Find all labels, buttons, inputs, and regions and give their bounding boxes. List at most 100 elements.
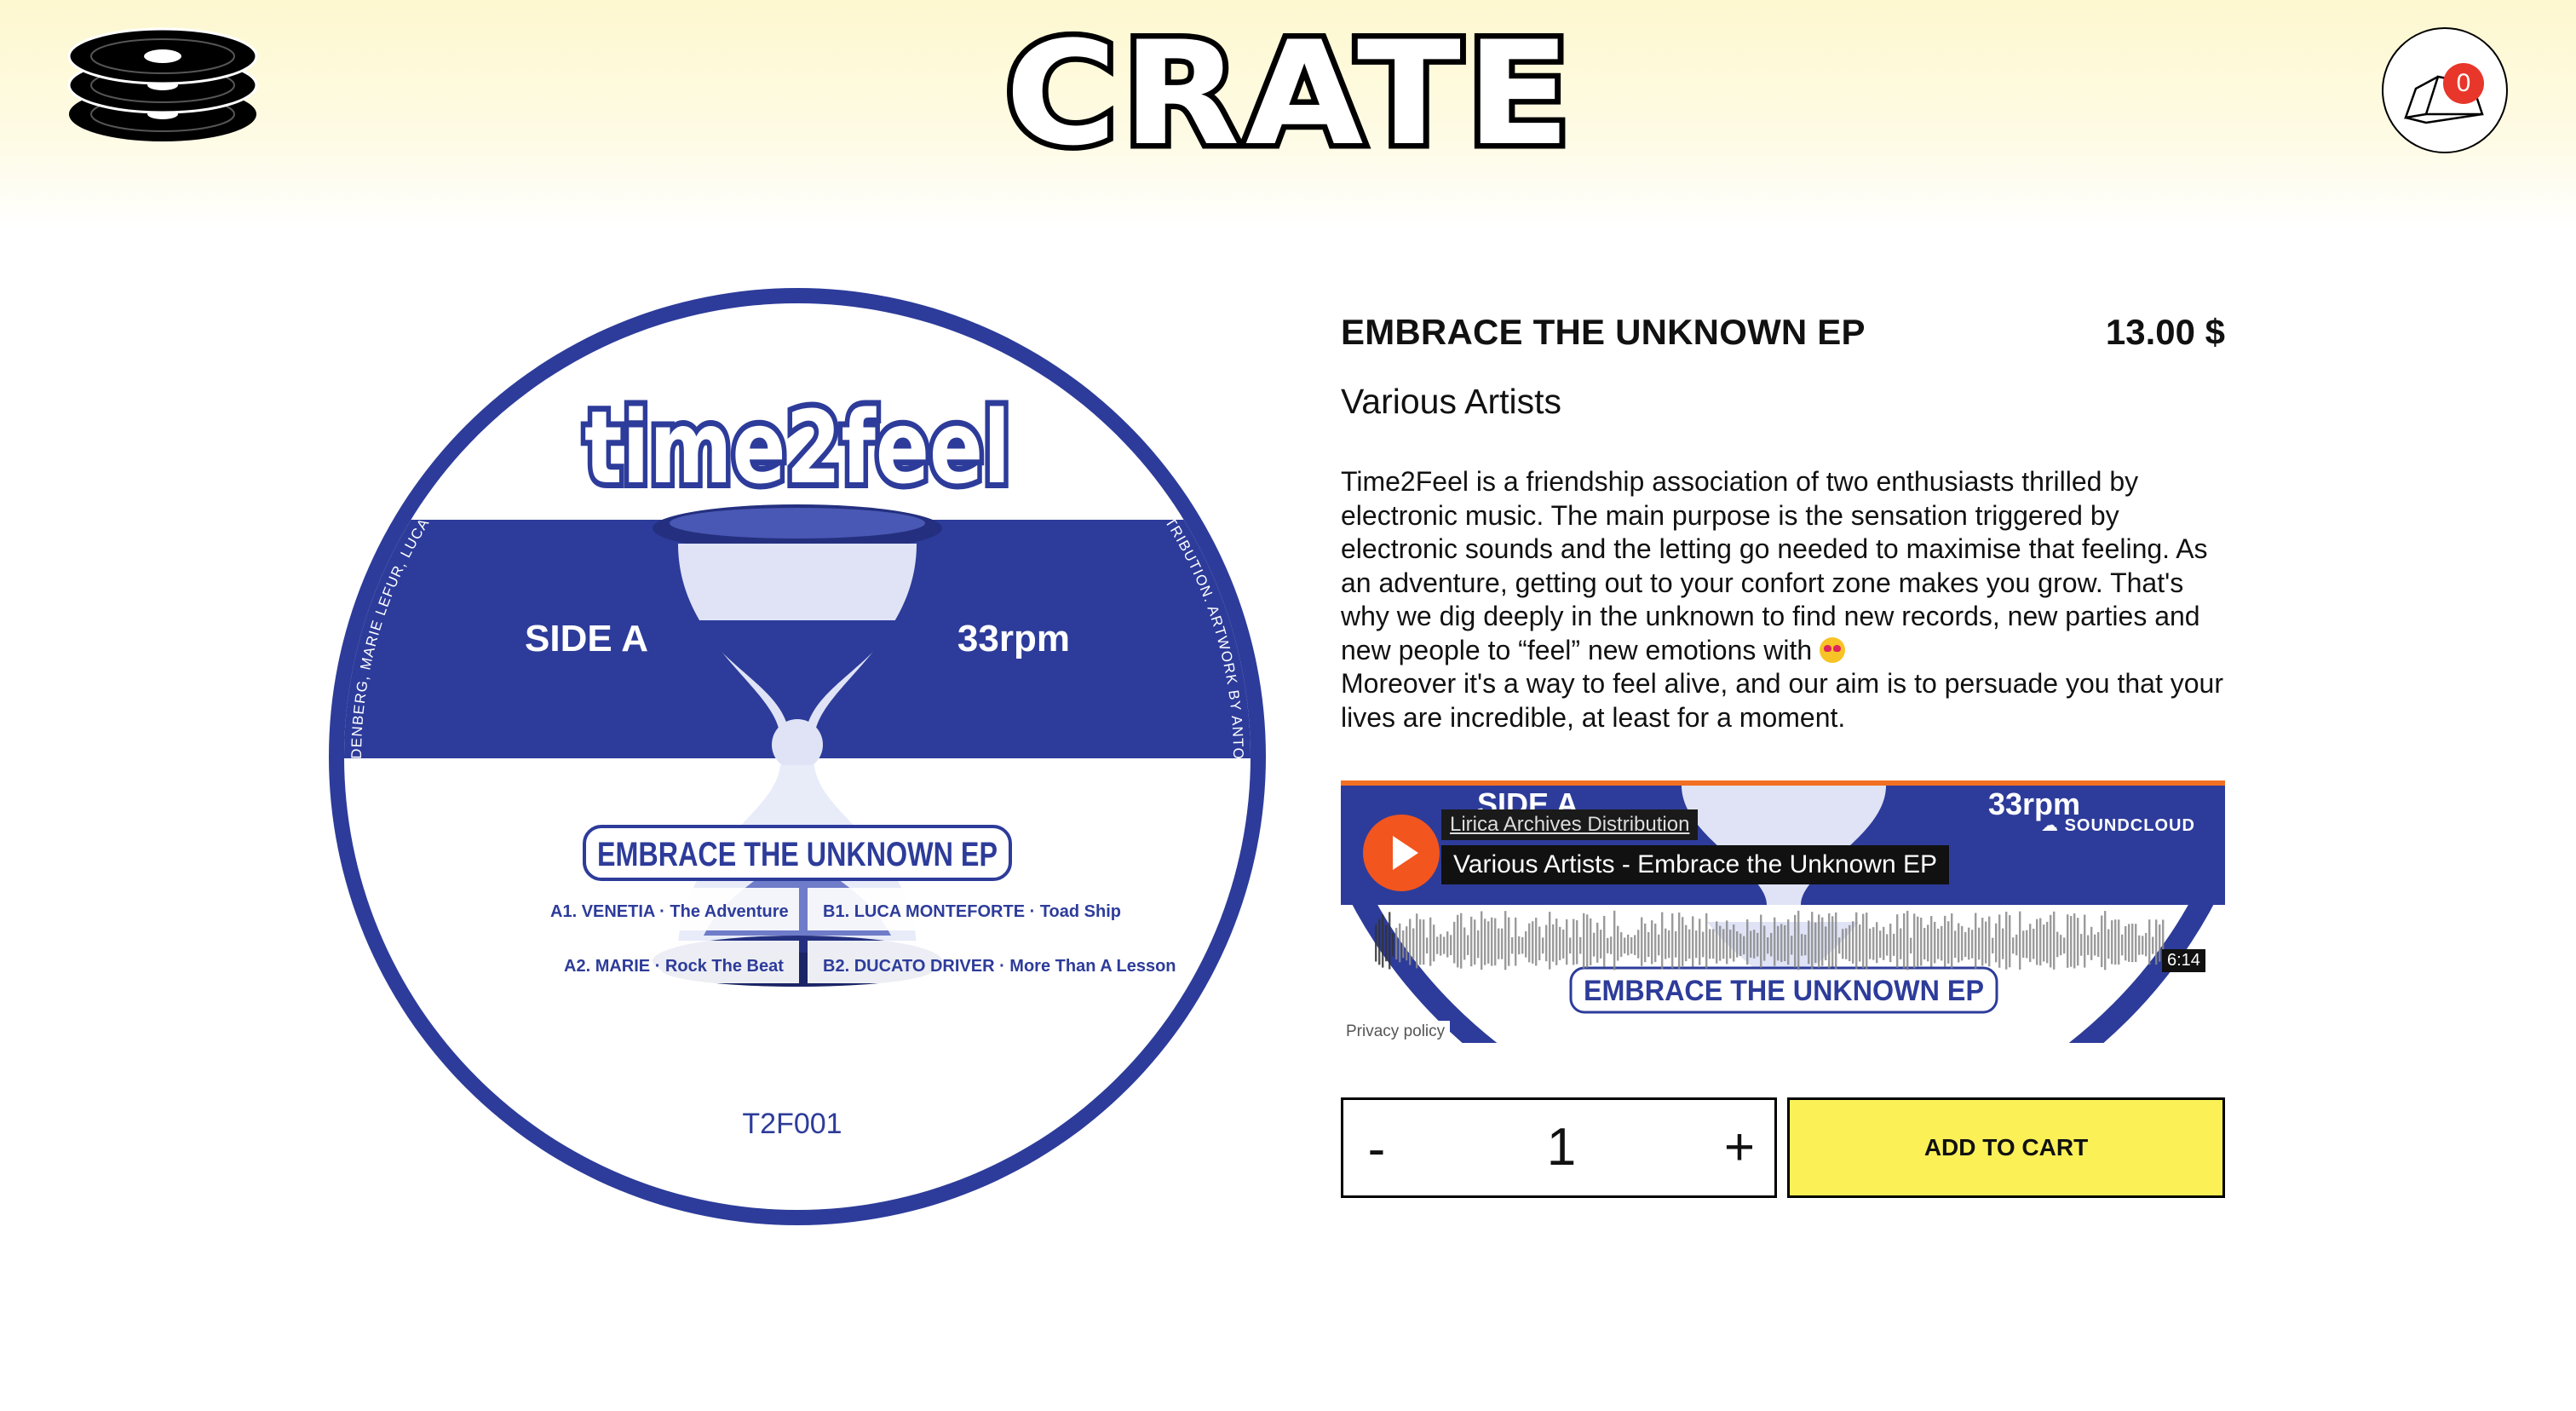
waveform-bar xyxy=(1620,932,1623,957)
waveform-bar xyxy=(1392,932,1394,957)
waveform-bar xyxy=(1634,935,1636,955)
soundcloud-player[interactable]: SIDE A 33rpm EMBRACE THE UNKNOWN EP Liri… xyxy=(1341,780,2225,1043)
waveform-bar xyxy=(1613,910,1616,970)
waveform-bar xyxy=(2002,928,2004,959)
waveform-bar xyxy=(1872,927,1875,960)
cloud-icon: ☁ xyxy=(2041,816,2059,835)
waveform-bar xyxy=(1665,928,1667,959)
soundcloud-logo[interactable]: ☁ SOUNDCLOUD xyxy=(2041,815,2195,836)
waveform-bar xyxy=(1736,931,1739,958)
waveform-bar xyxy=(1729,930,1732,959)
waveform-bar xyxy=(1699,919,1701,965)
cart-count-badge: 0 xyxy=(2443,63,2484,104)
waveform-bar xyxy=(1426,937,1429,954)
waveform-bar xyxy=(1903,913,1906,969)
artwork-title: EMBRACE THE UNKNOWN EP xyxy=(1584,975,1984,1007)
waveform-bar xyxy=(1944,915,1946,967)
waveform-bar xyxy=(1992,937,1994,953)
waveform-bar xyxy=(1470,916,1473,967)
track-title[interactable]: Various Artists - Embrace the Unknown EP xyxy=(1441,845,1950,884)
waveform-bar xyxy=(1419,919,1422,965)
waveform-bar xyxy=(1712,929,1715,959)
label-brand: time2feel xyxy=(584,389,1010,506)
waveform-bar xyxy=(1855,912,1858,970)
waveform-bar xyxy=(1412,928,1415,959)
waveform-bar xyxy=(2077,918,2079,966)
waveform-bar xyxy=(1474,919,1476,965)
waveform-bar xyxy=(1382,914,1384,968)
waveform-bar xyxy=(2029,924,2032,963)
waveform-bar xyxy=(2155,919,2158,965)
waveform-bar xyxy=(1866,913,1868,970)
waveform-bar xyxy=(1617,925,1619,961)
waveform-bar xyxy=(2026,930,2028,959)
waveform-bar xyxy=(1685,924,1688,962)
increase-quantity-button[interactable]: + xyxy=(1718,1117,1761,1178)
quantity-value[interactable]: 1 xyxy=(1505,1117,1618,1178)
quantity-stepper[interactable]: - 1 + xyxy=(1341,1097,1777,1198)
waveform-bar xyxy=(1443,936,1446,954)
waveform-bar xyxy=(2070,916,2073,967)
waveform-bar xyxy=(1746,919,1749,965)
waveform-bar xyxy=(1767,937,1769,954)
waveform-bar xyxy=(1923,928,1926,960)
waveform-bar xyxy=(2107,929,2110,959)
privacy-policy-link[interactable]: Privacy policy xyxy=(1341,1021,1451,1043)
waveform-bar xyxy=(1825,926,1827,961)
waveform-bar xyxy=(1423,919,1425,965)
track-duration: 6:14 xyxy=(2162,949,2205,972)
waveform-bar xyxy=(1436,936,1439,954)
description-end: Moreover it's a way to feel alive, and o… xyxy=(1341,668,2223,733)
waveform-bar xyxy=(2131,923,2134,963)
waveform-bar xyxy=(1917,916,1919,967)
waveform-bar xyxy=(1375,924,1377,962)
waveform-bar xyxy=(2036,919,2038,965)
waveform-bar xyxy=(2152,936,2154,954)
waveform-bar xyxy=(1780,924,1783,962)
waveform-bar xyxy=(1876,922,1878,964)
records-stack-logo-icon[interactable] xyxy=(66,26,259,145)
waveform-bar xyxy=(2005,912,2008,970)
waveform-bar xyxy=(1975,913,1977,969)
waveform-bar xyxy=(2138,935,2141,955)
play-button[interactable] xyxy=(1363,815,1440,891)
record-label-image: TIME2FEEL 2024. ALL RIGHTS RESERVED. · P… xyxy=(329,288,1266,1225)
brand-logo[interactable]: CRATE xyxy=(997,17,1584,162)
waveform-bar xyxy=(1566,919,1568,965)
waveform-bar xyxy=(1930,916,1933,967)
waveform-bar xyxy=(2135,924,2137,963)
waveform-bar xyxy=(1416,913,1418,969)
waveform-bar xyxy=(1743,936,1745,955)
waveform-bar xyxy=(1879,930,1882,959)
waveform-bar xyxy=(1528,923,1531,963)
uploader-link[interactable]: Lirica Archives Distribution xyxy=(1441,809,1699,840)
waveform-bar xyxy=(1378,919,1381,965)
waveform-bar xyxy=(2067,914,2069,968)
waveform-bar xyxy=(1705,913,1708,969)
product-price: 13.00 $ xyxy=(2105,312,2225,352)
waveform-bar xyxy=(1545,924,1548,962)
waveform-bar xyxy=(1508,917,1510,966)
waveform-bar xyxy=(1862,913,1865,969)
decrease-quantity-button[interactable]: - xyxy=(1355,1119,1398,1179)
waveform-bar xyxy=(1579,936,1582,954)
waveform-bar xyxy=(1515,917,1517,966)
track-b2: B2. DUCATO DRIVER · More Than A Lesson xyxy=(823,957,1176,976)
add-to-cart-button[interactable]: ADD TO CART xyxy=(1787,1097,2225,1198)
waveform-bar xyxy=(1651,920,1653,965)
waveform-bar xyxy=(1532,921,1534,964)
waveform-bar xyxy=(1682,917,1684,966)
waveform-bar xyxy=(1668,930,1670,959)
waveform-bar xyxy=(2090,926,2093,960)
waveform-bar xyxy=(1446,931,1449,958)
waveform-bar xyxy=(1791,936,1793,955)
waveform-bar xyxy=(1838,937,1841,954)
waveform-bar xyxy=(1941,925,1943,961)
waveform-bar xyxy=(2114,919,2117,965)
waveform-bar xyxy=(2019,911,2021,970)
waveform-bar xyxy=(2046,921,2049,964)
waveform-bar xyxy=(1487,921,1490,964)
waveform-bar xyxy=(1624,937,1626,954)
waveform-bar xyxy=(1726,920,1728,965)
waveform-bar xyxy=(1937,928,1940,959)
